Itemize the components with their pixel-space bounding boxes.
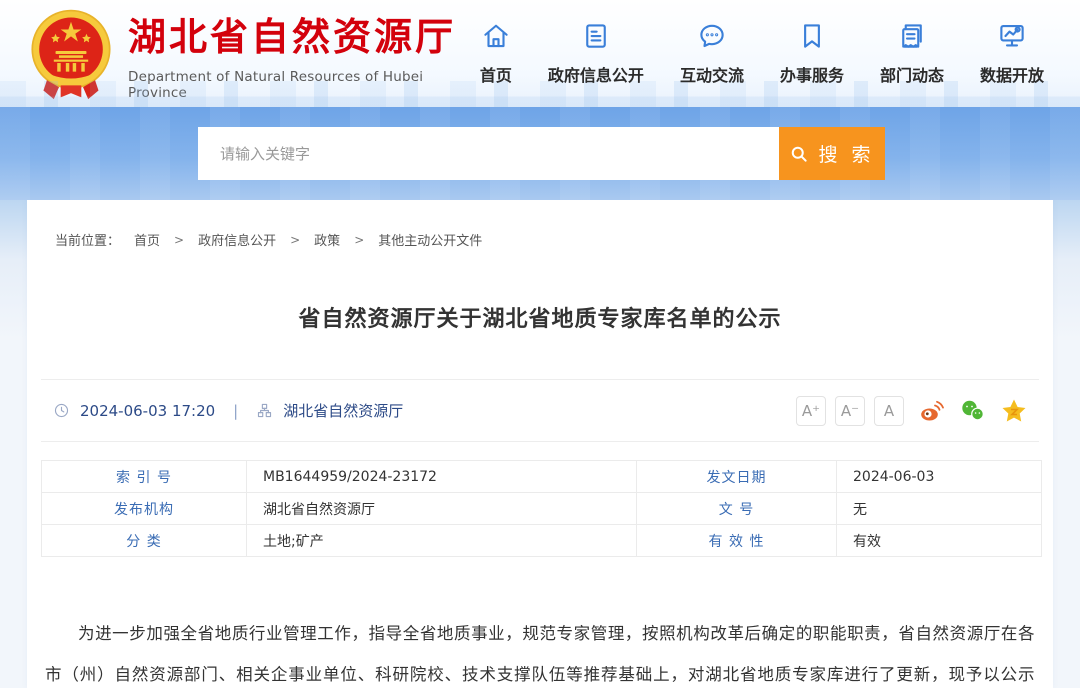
meta-label-index-number: 索 引 号 bbox=[42, 461, 247, 493]
meta-label-validity: 有 效 性 bbox=[637, 525, 837, 557]
nav-item-gov-info[interactable]: 政府信息公开 bbox=[548, 21, 644, 86]
meta-label-doc-number: 文 号 bbox=[637, 493, 837, 525]
nav-item-department-news[interactable]: 部门动态 bbox=[880, 21, 944, 86]
organization-icon bbox=[256, 402, 273, 419]
article-meta: 2024-06-03 17:20 | 湖北省自然资源厅 bbox=[53, 400, 403, 421]
article-meta-row: 2024-06-03 17:20 | 湖北省自然资源厅 A⁺ A⁻ A bbox=[41, 379, 1039, 442]
breadcrumb-separator: > bbox=[174, 233, 184, 247]
breadcrumb-item-home[interactable]: 首页 bbox=[134, 230, 160, 249]
table-row: 索 引 号 MB1644959/2024-23172 发文日期 2024-06-… bbox=[42, 461, 1042, 493]
news-icon bbox=[897, 21, 927, 51]
search-icon bbox=[789, 144, 809, 164]
meta-label-publisher: 发布机构 bbox=[42, 493, 247, 525]
article-body: 为进一步加强全省地质行业管理工作，指导全省地质事业，规范专家管理，按照机构改革后… bbox=[45, 613, 1035, 688]
wechat-share-icon[interactable] bbox=[960, 398, 986, 424]
nav-item-services[interactable]: 办事服务 bbox=[780, 21, 844, 86]
meta-value-index-number: MB1644959/2024-23172 bbox=[247, 461, 637, 493]
article-card: 当前位置： 首页 > 政府信息公开 > 政策 > 其他主动公开文件 省自然资源厅… bbox=[27, 200, 1053, 688]
site-title-english: Department of Natural Resources of Hubei… bbox=[128, 69, 480, 101]
meta-value-category: 土地;矿产 bbox=[247, 525, 637, 557]
breadcrumb-separator: > bbox=[354, 233, 364, 247]
search-box: 搜 索 bbox=[198, 127, 885, 180]
breadcrumb-item-policy[interactable]: 政策 bbox=[314, 230, 340, 249]
site-title: 湖北省自然资源厅 bbox=[128, 6, 480, 61]
document-meta-table: 索 引 号 MB1644959/2024-23172 发文日期 2024-06-… bbox=[41, 460, 1042, 557]
document-icon bbox=[581, 21, 611, 51]
meta-value-publisher: 湖北省自然资源厅 bbox=[247, 493, 637, 525]
page-background: 当前位置： 首页 > 政府信息公开 > 政策 > 其他主动公开文件 省自然资源厅… bbox=[0, 200, 1080, 688]
home-icon bbox=[481, 21, 511, 51]
chat-icon bbox=[697, 21, 727, 51]
table-row: 分 类 土地;矿产 有 效 性 有效 bbox=[42, 525, 1042, 557]
nav-item-home[interactable]: 首页 bbox=[480, 21, 512, 86]
search-input[interactable] bbox=[198, 127, 779, 180]
site-header: 湖北省自然资源厅 Department of Natural Resources… bbox=[0, 0, 1080, 107]
weibo-share-icon[interactable] bbox=[919, 398, 945, 424]
search-band: 搜 索 bbox=[0, 107, 1080, 200]
font-reset-button[interactable]: A bbox=[874, 396, 904, 426]
publish-time: 2024-06-03 17:20 bbox=[80, 402, 215, 420]
breadcrumb-label: 当前位置： bbox=[55, 230, 120, 249]
table-row: 发布机构 湖北省自然资源厅 文 号 无 bbox=[42, 493, 1042, 525]
nav-item-interaction[interactable]: 互动交流 bbox=[680, 21, 744, 86]
meta-value-doc-number: 无 bbox=[837, 493, 1042, 525]
breadcrumb-item-gov-info[interactable]: 政府信息公开 bbox=[198, 230, 276, 249]
search-button-label: 搜 索 bbox=[818, 140, 874, 167]
brand-text: 湖北省自然资源厅 Department of Natural Resources… bbox=[128, 6, 480, 101]
article-tools: A⁺ A⁻ A bbox=[796, 396, 1027, 426]
font-decrease-button[interactable]: A⁻ bbox=[835, 396, 865, 426]
national-emblem-logo bbox=[28, 8, 114, 100]
breadcrumb-separator: > bbox=[290, 233, 300, 247]
font-increase-button[interactable]: A⁺ bbox=[796, 396, 826, 426]
meta-label-issue-date: 发文日期 bbox=[637, 461, 837, 493]
search-button[interactable]: 搜 索 bbox=[779, 127, 885, 180]
nav-item-open-data[interactable]: 数据开放 bbox=[980, 21, 1044, 86]
meta-value-validity: 有效 bbox=[837, 525, 1042, 557]
clock-icon bbox=[53, 402, 70, 419]
meta-value-issue-date: 2024-06-03 bbox=[837, 461, 1042, 493]
data-screen-icon bbox=[997, 21, 1027, 51]
bookmark-icon bbox=[797, 21, 827, 51]
article-source[interactable]: 湖北省自然资源厅 bbox=[283, 400, 403, 421]
meta-label-category: 分 类 bbox=[42, 525, 247, 557]
breadcrumb: 当前位置： 首页 > 政府信息公开 > 政策 > 其他主动公开文件 bbox=[41, 200, 1039, 249]
breadcrumb-item-other-docs[interactable]: 其他主动公开文件 bbox=[378, 230, 482, 249]
main-nav: 首页 政府信息公开 互动交流 办事服务 部门动态 bbox=[480, 21, 1044, 86]
meta-separator: | bbox=[233, 402, 238, 420]
article-title: 省自然资源厅关于湖北省地质专家库名单的公示 bbox=[41, 301, 1039, 333]
qzone-share-icon[interactable] bbox=[1001, 398, 1027, 424]
